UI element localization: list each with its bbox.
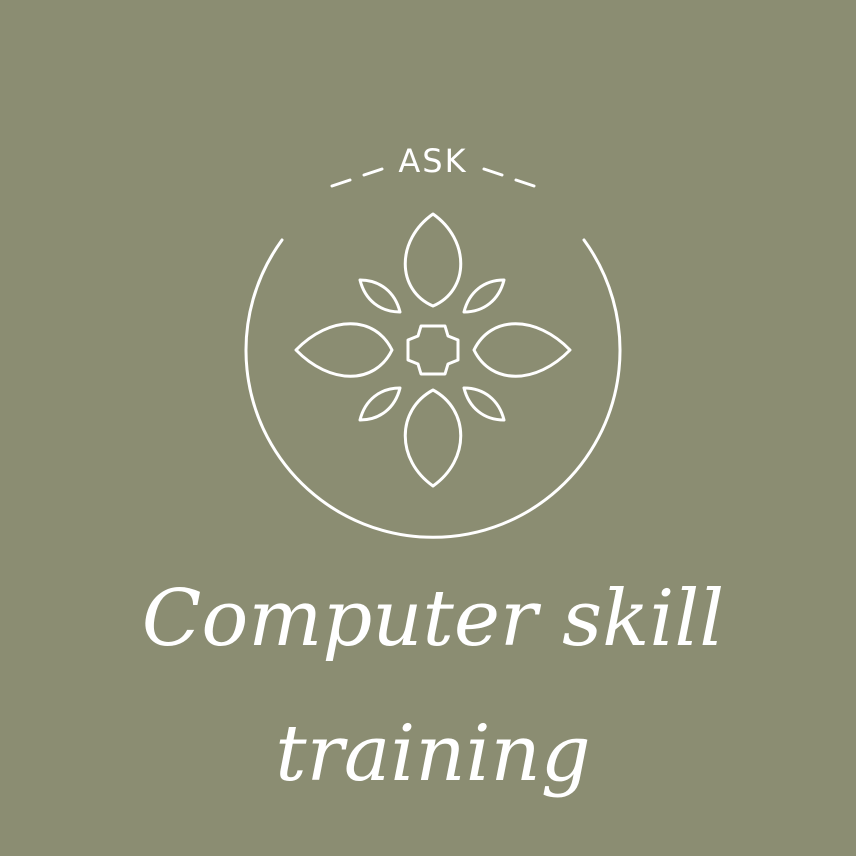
tagline-line-2: training [275, 709, 590, 799]
tagline-line-1: Computer skill [142, 574, 725, 664]
brand-name: ASK [398, 142, 467, 180]
logo: ASK Computer skill training [142, 142, 725, 799]
four-petal-flower-icon [294, 212, 572, 488]
